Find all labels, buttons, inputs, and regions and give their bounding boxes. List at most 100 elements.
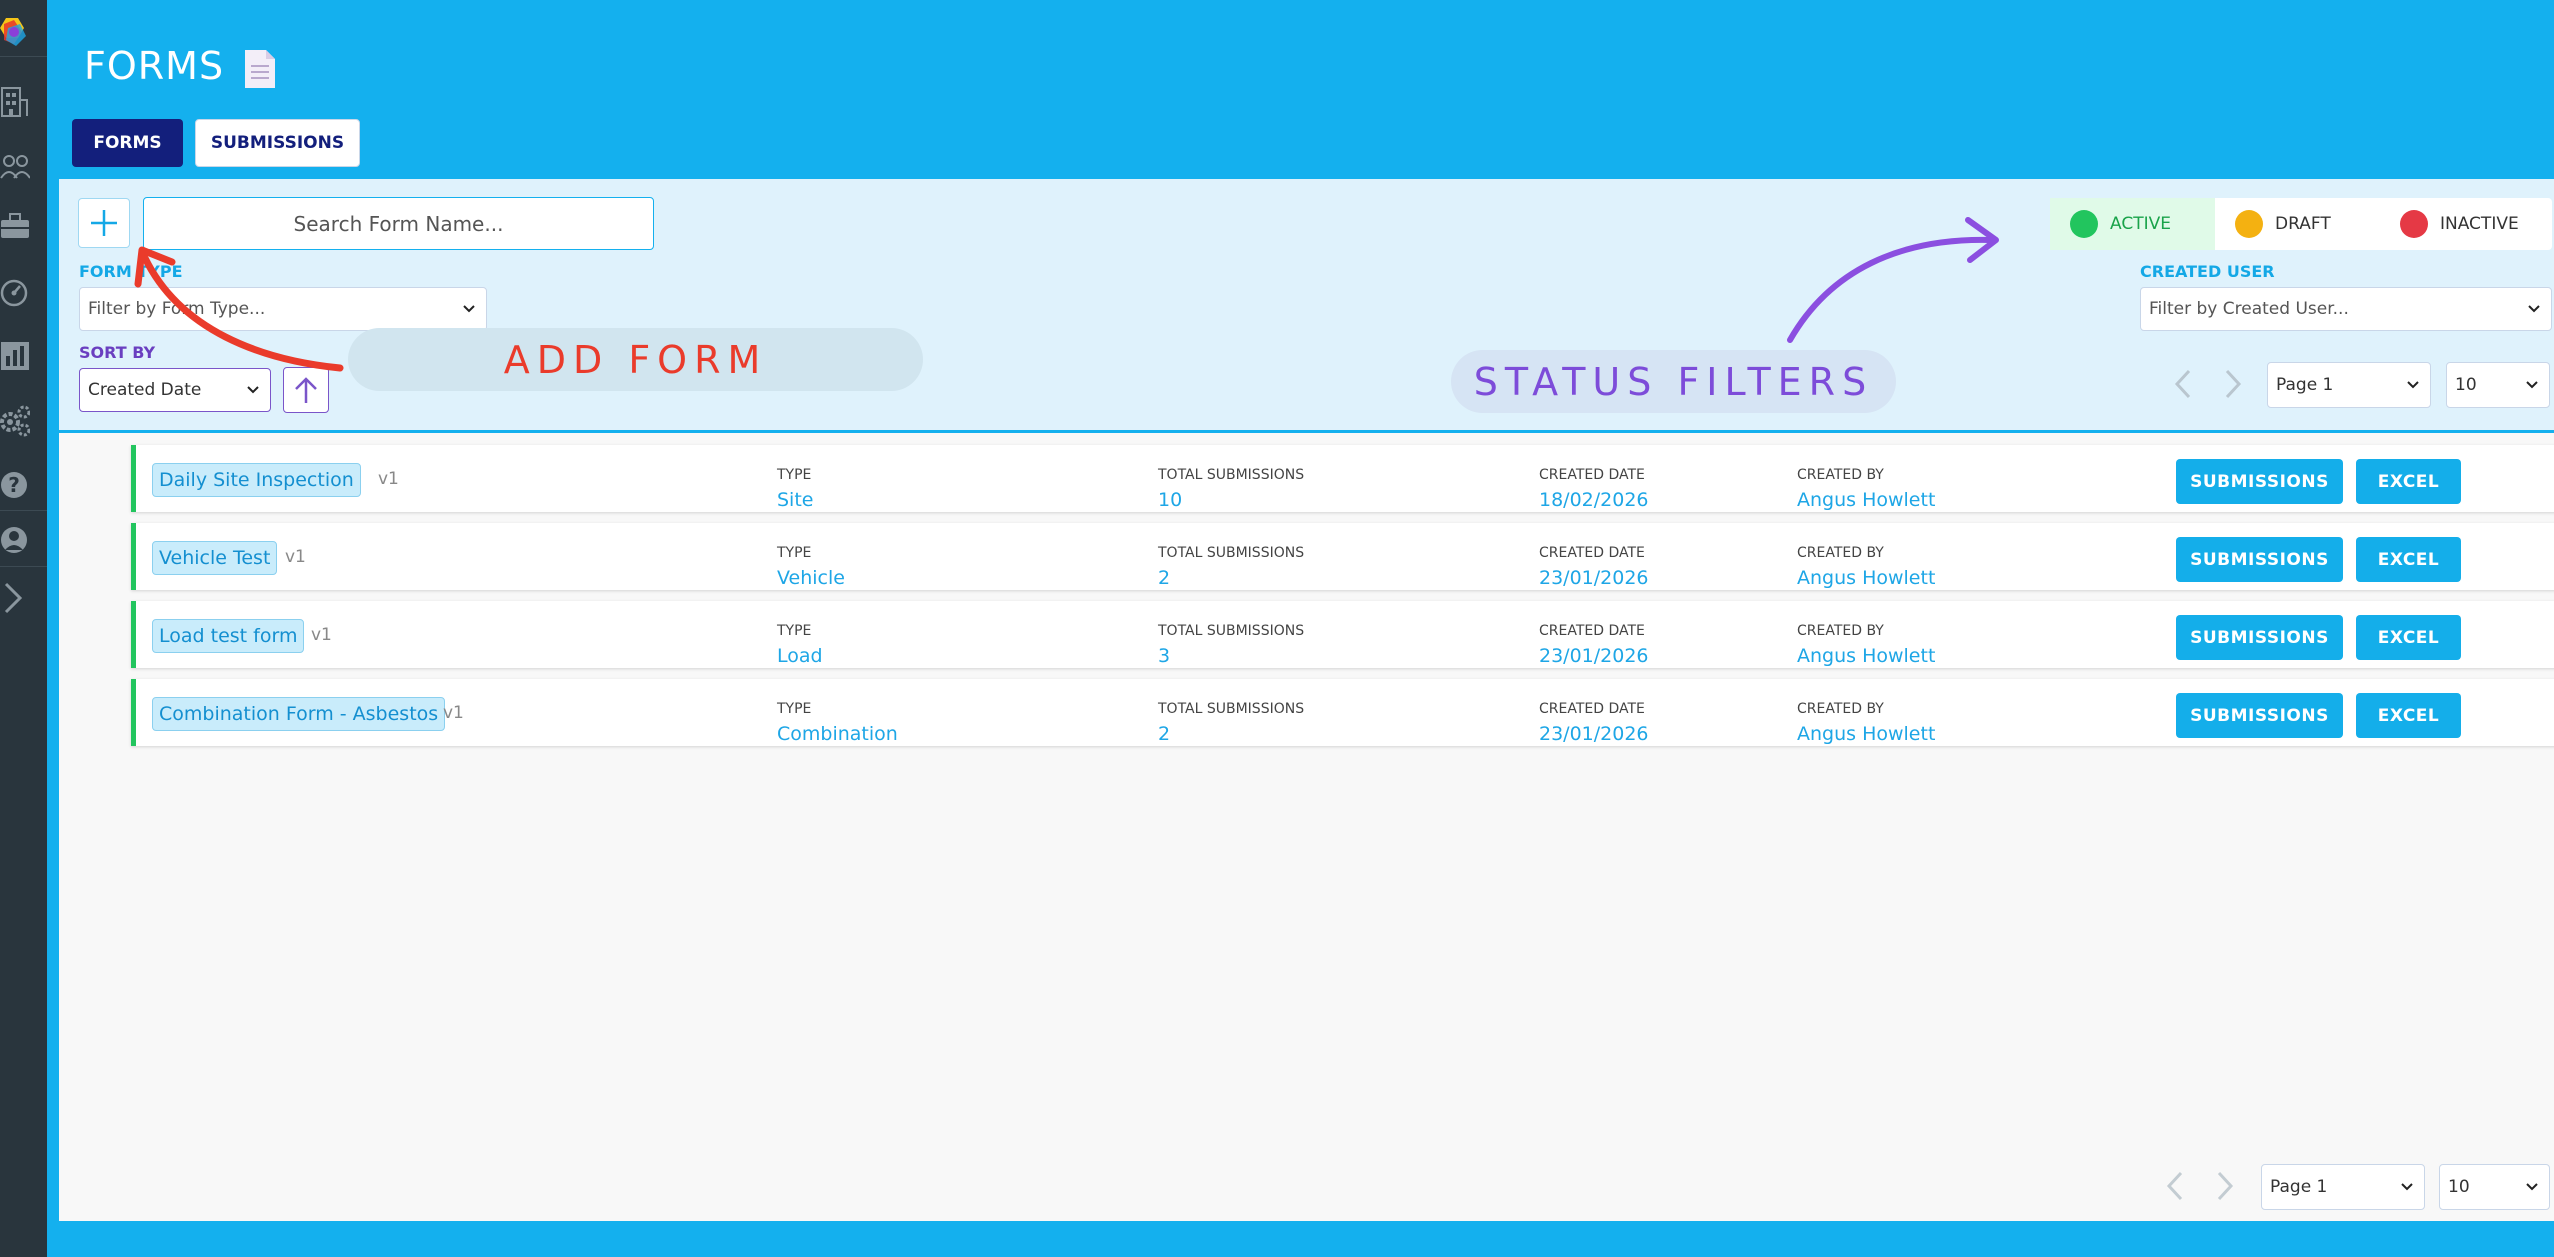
created-user-placeholder: Filter by Created User... (2149, 299, 2349, 319)
next-page-button[interactable] (2208, 1166, 2242, 1206)
total-submissions-label: TOTAL SUBMISSIONS (1158, 623, 1305, 639)
form-type-label: FORM TYPE (79, 262, 183, 281)
form-version: v1 (285, 547, 306, 567)
per-page-select-top[interactable]: 10 (2446, 362, 2550, 408)
form-name-link[interactable]: Vehicle Test (152, 541, 278, 575)
form-type-placeholder: Filter by Form Type... (88, 299, 266, 319)
form-name-link[interactable]: Combination Form - Asbestos (152, 697, 446, 731)
form-name-link[interactable]: Load test form (152, 619, 305, 653)
plus-icon (91, 210, 117, 236)
page-value: Page 1 (2276, 375, 2334, 395)
table-row[interactable]: Vehicle Test v1 TYPE Vehicle TOTAL SUBMI… (131, 523, 2554, 590)
excel-button[interactable]: EXCEL (2356, 459, 2461, 504)
created-date-value: 23/01/2026 (1539, 723, 1649, 745)
sidebar-divider (0, 510, 47, 511)
created-date-label: CREATED DATE (1539, 467, 1645, 483)
created-by-label: CREATED BY (1797, 467, 1884, 483)
table-row[interactable]: Combination Form - Asbestos v1 TYPE Comb… (131, 679, 2554, 746)
prev-page-button[interactable] (2166, 364, 2200, 404)
submissions-button[interactable]: SUBMISSIONS (2176, 615, 2343, 660)
gauge-icon[interactable] (0, 275, 30, 311)
sort-direction-button[interactable] (283, 367, 329, 413)
sort-by-value: Created Date (88, 380, 202, 400)
building-icon[interactable] (0, 84, 30, 120)
status-label: ACTIVE (2110, 214, 2171, 234)
sidebar-divider (0, 56, 47, 57)
created-by-value: Angus Howlett (1797, 567, 1936, 589)
chevron-down-icon (2526, 1183, 2538, 1191)
table-row[interactable]: Load test form v1 TYPE Load TOTAL SUBMIS… (131, 601, 2554, 668)
excel-button[interactable]: EXCEL (2356, 693, 2461, 738)
chevron-right-icon (2225, 369, 2242, 399)
briefcase-icon[interactable] (0, 208, 30, 244)
gears-icon[interactable] (0, 402, 31, 438)
sort-by-select[interactable]: Created Date (79, 368, 271, 412)
chevron-down-icon (2526, 381, 2538, 389)
chevron-down-icon (2407, 381, 2419, 389)
submissions-button[interactable]: SUBMISSIONS (2176, 459, 2343, 504)
created-date-value: 23/01/2026 (1539, 645, 1649, 667)
chevron-right-icon (2217, 1171, 2234, 1201)
per-page-select-bottom[interactable]: 10 (2439, 1164, 2550, 1210)
created-by-label: CREATED BY (1797, 701, 1884, 717)
next-page-button[interactable] (2216, 364, 2250, 404)
users-icon[interactable] (0, 148, 31, 184)
forms-list: Daily Site Inspection v1 TYPE Site TOTAL… (59, 433, 2554, 1221)
chevron-left-icon (2166, 1171, 2183, 1201)
svg-text:?: ? (8, 473, 20, 497)
created-date-value: 18/02/2026 (1539, 489, 1649, 511)
add-form-button[interactable] (78, 198, 130, 248)
created-date-value: 23/01/2026 (1539, 567, 1649, 589)
created-by-value: Angus Howlett (1797, 645, 1936, 667)
total-submissions-value: 3 (1158, 645, 1171, 667)
inactive-dot-icon (2400, 210, 2428, 238)
form-type-select[interactable]: Filter by Form Type... (79, 287, 487, 331)
search-input[interactable] (143, 197, 654, 250)
page-title: FORMS (84, 44, 225, 88)
profile-icon[interactable] (0, 522, 30, 558)
help-icon[interactable]: ? (0, 467, 30, 503)
form-version: v1 (311, 625, 332, 645)
type-label: TYPE (777, 467, 812, 483)
table-row[interactable]: Daily Site Inspection v1 TYPE Site TOTAL… (131, 445, 2554, 512)
status-filter-active[interactable]: ACTIVE (2050, 198, 2215, 250)
status-label: INACTIVE (2440, 214, 2519, 234)
arrow-up-icon (295, 377, 317, 403)
page-select-bottom[interactable]: Page 1 (2261, 1164, 2425, 1210)
created-date-label: CREATED DATE (1539, 623, 1645, 639)
excel-button[interactable]: EXCEL (2356, 537, 2461, 582)
form-name-link[interactable]: Daily Site Inspection (152, 463, 361, 497)
active-dot-icon (2070, 210, 2098, 238)
document-icon (242, 48, 278, 90)
annotation-status-filters: STATUS FILTERS (1451, 350, 1896, 413)
per-page-value: 10 (2455, 375, 2477, 395)
total-submissions-label: TOTAL SUBMISSIONS (1158, 701, 1305, 717)
created-user-label: CREATED USER (2140, 262, 2275, 281)
total-submissions-value: 10 (1158, 489, 1183, 511)
total-submissions-label: TOTAL SUBMISSIONS (1158, 545, 1305, 561)
per-page-value: 10 (2448, 1177, 2470, 1197)
tab-submissions[interactable]: SUBMISSIONS (195, 119, 360, 167)
submissions-button[interactable]: SUBMISSIONS (2176, 537, 2343, 582)
pagination-bottom (2158, 1166, 2242, 1206)
created-user-select[interactable]: Filter by Created User... (2140, 287, 2552, 331)
sidebar: ? (0, 0, 47, 1257)
status-filter-inactive[interactable]: INACTIVE (2380, 198, 2552, 250)
created-by-label: CREATED BY (1797, 545, 1884, 561)
status-filter-draft[interactable]: DRAFT (2215, 198, 2380, 250)
type-value: Site (777, 489, 814, 511)
excel-button[interactable]: EXCEL (2356, 615, 2461, 660)
status-filter-group: ACTIVE DRAFT INACTIVE (2050, 198, 2552, 250)
chevron-right-icon[interactable] (0, 580, 30, 616)
annotation-add-form: ADD FORM (348, 328, 923, 391)
prev-page-button[interactable] (2158, 1166, 2192, 1206)
page-value: Page 1 (2270, 1177, 2328, 1197)
page-select-top[interactable]: Page 1 (2267, 362, 2431, 408)
chevron-down-icon (2401, 1183, 2413, 1191)
created-date-label: CREATED DATE (1539, 701, 1645, 717)
submissions-button[interactable]: SUBMISSIONS (2176, 693, 2343, 738)
app-logo-icon[interactable] (0, 14, 32, 50)
bar-chart-icon[interactable] (0, 338, 30, 374)
type-label: TYPE (777, 545, 812, 561)
tab-forms[interactable]: FORMS (72, 119, 183, 167)
